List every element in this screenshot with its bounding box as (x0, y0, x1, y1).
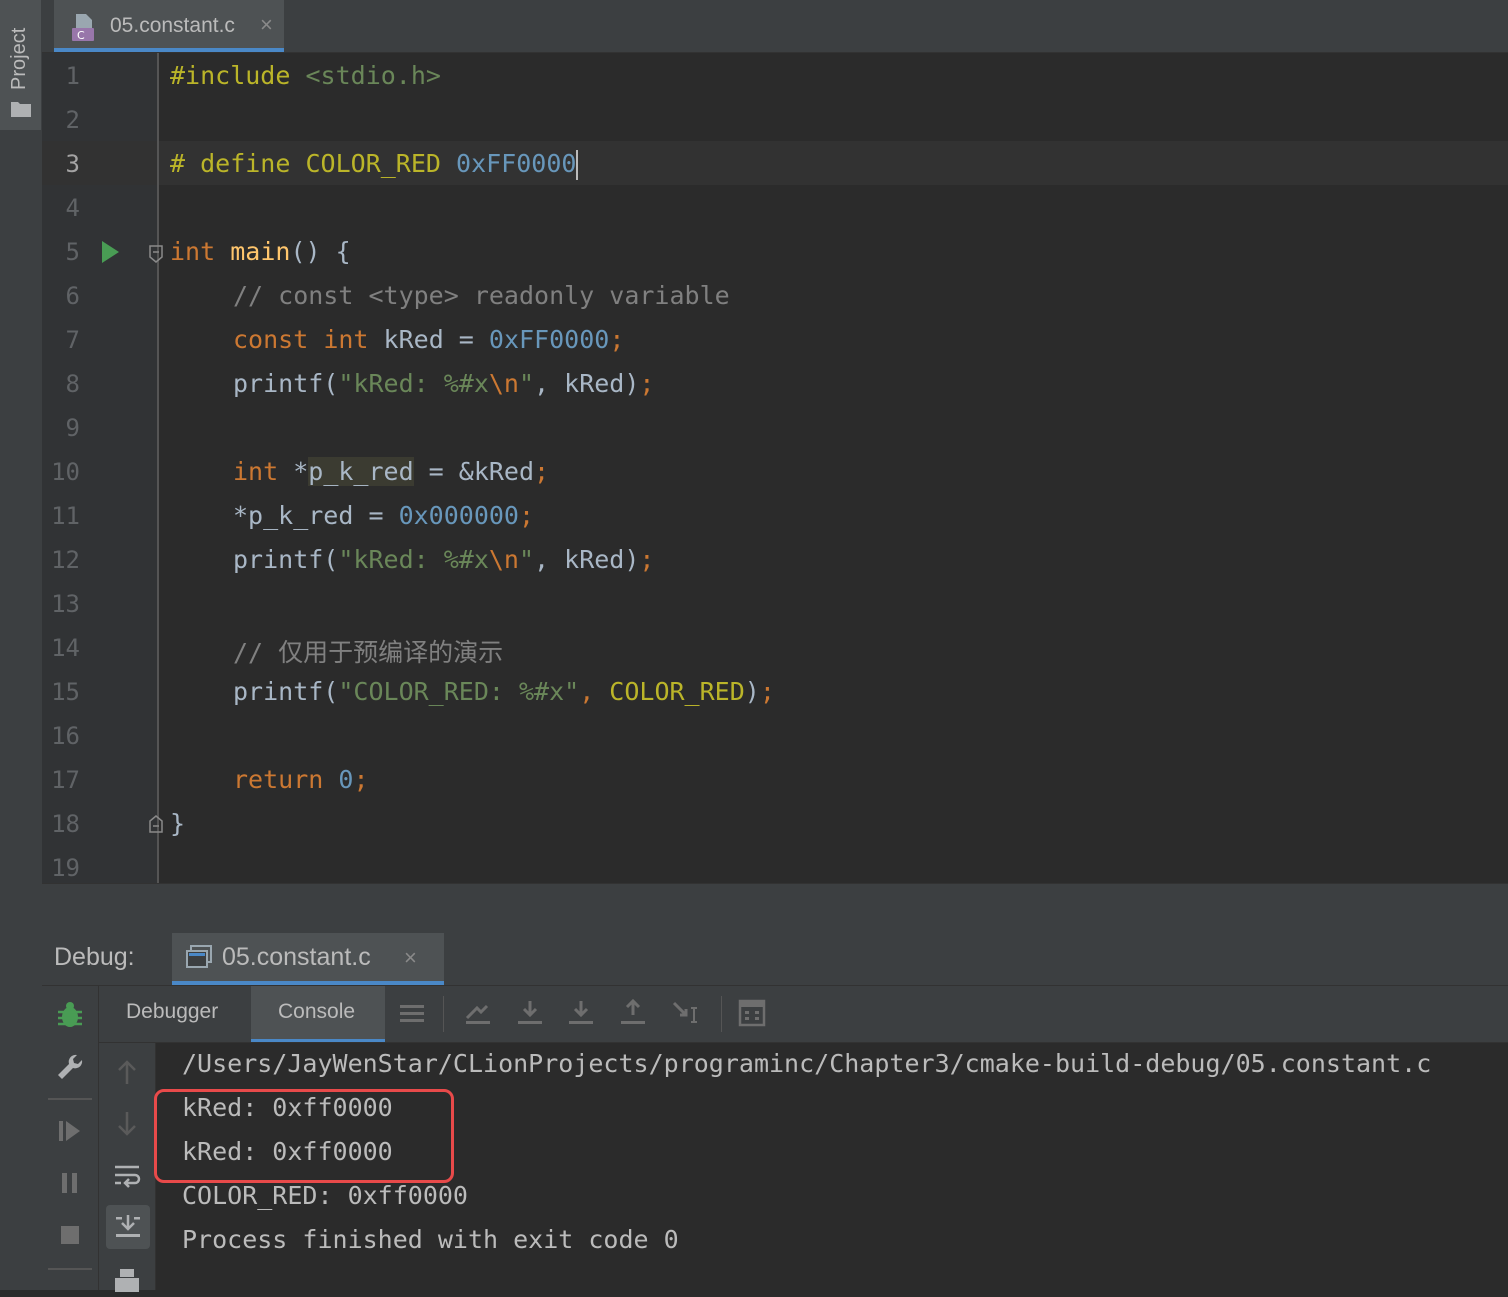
debug-tab-name: 05.constant.c (222, 943, 371, 971)
step-out-icon[interactable] (618, 998, 648, 1028)
close-icon[interactable]: × (404, 945, 417, 971)
wrench-icon[interactable] (55, 1052, 85, 1082)
code-line-7: const int kRed = 0xFF0000; (233, 325, 625, 354)
code-line-12: printf("kRed: %#x\n", kRed); (233, 545, 655, 574)
console-line: COLOR_RED: 0xff0000 (182, 1181, 468, 1210)
line-number: 4 (65, 194, 80, 222)
editor-tab-filename: 05.constant.c (110, 14, 235, 37)
line-number: 8 (65, 370, 80, 398)
console-line: Process finished with exit code 0 (182, 1225, 679, 1254)
identifier-highlight: p_k_red (308, 457, 414, 486)
up-arrow-icon[interactable] (112, 1057, 142, 1087)
editor-tab-file[interactable]: C 05.constant.c × (54, 0, 284, 52)
text-caret (576, 150, 579, 180)
line-number: 10 (51, 458, 80, 486)
active-tab-indicator (54, 48, 284, 52)
line-number: 15 (51, 678, 80, 706)
code-line-1: #include <stdio.h> (170, 61, 441, 90)
code-line-14: // 仅用于预编译的演示 (233, 638, 504, 667)
active-tab-indicator (172, 981, 444, 985)
line-number: 19 (51, 854, 80, 882)
debug-toolbar: Debugger Console (99, 986, 1508, 1043)
divider (721, 996, 722, 1032)
folder-icon (11, 102, 31, 117)
pause-icon[interactable] (55, 1168, 85, 1198)
code-line-5: int main() { (170, 237, 351, 266)
annotation-highlight-box (154, 1089, 454, 1183)
console-actions-column (99, 1043, 156, 1292)
fold-icon[interactable] (149, 245, 163, 263)
line-number: 12 (51, 546, 80, 574)
run-icon[interactable] (102, 241, 119, 263)
scroll-to-end-toggle[interactable] (106, 1205, 150, 1249)
debug-session-tab[interactable]: 05.constant.c × (172, 933, 444, 985)
console-window-icon (186, 945, 212, 968)
line-number: 11 (51, 502, 80, 530)
code-editor[interactable]: 1 2 3 4 5 6 7 8 9 10 11 12 13 14 15 16 1… (42, 53, 1508, 883)
step-over-icon[interactable] (515, 998, 545, 1028)
menu-icon[interactable] (397, 998, 427, 1028)
editor-tab-bar: C 05.constant.c × (42, 0, 1508, 53)
down-arrow-icon[interactable] (112, 1109, 142, 1139)
code-line-17: return 0; (233, 765, 369, 794)
line-number: 1 (65, 62, 80, 90)
code-line-18: } (170, 809, 186, 838)
divider (48, 1268, 92, 1270)
soft-wrap-icon[interactable] (112, 1161, 142, 1191)
code-line-6: // const <type> readonly variable (233, 281, 730, 310)
c-file-icon: C (72, 14, 94, 42)
scroll-to-end-icon (116, 1215, 140, 1237)
code-line-11: *p_k_red = 0x000000; (233, 501, 535, 530)
divider (443, 996, 444, 1032)
evaluate-expression-icon[interactable] (737, 998, 767, 1028)
line-number: 17 (51, 766, 80, 794)
svg-text:C: C (77, 29, 85, 42)
active-tab-indicator (251, 1039, 385, 1042)
project-tool-button[interactable]: Project (0, 0, 41, 130)
line-number: 9 (65, 414, 80, 442)
tab-debugger[interactable]: Debugger (126, 1000, 218, 1024)
line-number: 3 (65, 150, 80, 178)
line-number: 18 (51, 810, 80, 838)
close-icon[interactable]: × (260, 12, 273, 38)
code-line-15: printf("COLOR_RED: %#x", COLOR_RED); (233, 677, 775, 706)
panel-splitter[interactable] (42, 883, 1508, 934)
line-number: 2 (65, 106, 80, 134)
debug-actions-column (42, 986, 99, 1290)
line-number: 6 (65, 282, 80, 310)
tab-console[interactable]: Console (278, 1000, 355, 1024)
gutter-separator (157, 53, 159, 883)
line-number: 7 (65, 326, 80, 354)
stop-icon[interactable] (55, 1220, 85, 1250)
code-line-10: int *p_k_red = &kRed; (233, 457, 550, 486)
run-to-cursor-icon[interactable] (671, 998, 701, 1028)
resume-icon[interactable] (55, 1116, 85, 1146)
line-number: 16 (51, 722, 80, 750)
divider (48, 1098, 92, 1100)
console-line: /Users/JayWenStar/CLionProjects/programi… (182, 1049, 1432, 1078)
line-number: 13 (51, 590, 80, 618)
debug-title: Debug: (54, 943, 135, 971)
line-number: 5 (65, 238, 80, 266)
fold-icon[interactable] (149, 815, 163, 833)
debug-tool-window-header: Debug: 05.constant.c × (42, 933, 1508, 986)
code-line-8: printf("kRed: %#x\n", kRed); (233, 369, 655, 398)
bug-icon[interactable] (55, 1000, 85, 1030)
step-into-icon[interactable] (566, 998, 596, 1028)
print-icon[interactable] (112, 1267, 142, 1297)
code-line-3: # define COLOR_RED 0xFF0000 (170, 149, 579, 180)
line-number: 14 (51, 634, 80, 662)
project-tool-strip: Project (0, 0, 43, 1290)
show-execution-point-icon[interactable] (463, 998, 493, 1028)
project-label: Project (8, 27, 30, 90)
